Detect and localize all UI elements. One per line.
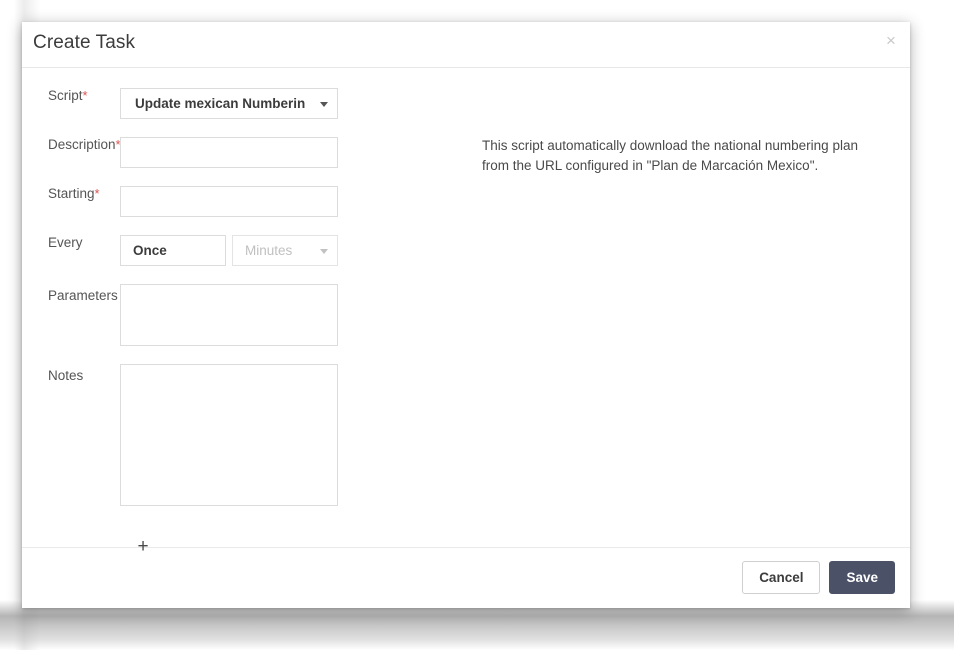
script-label-text: Script (48, 88, 83, 103)
parameters-label: Parameters (48, 288, 118, 303)
script-control: Update mexican Numberin (120, 88, 482, 119)
dialog-header: Create Task × (22, 22, 910, 68)
page-title: Create Task (33, 32, 136, 53)
parameters-textarea[interactable] (120, 284, 338, 346)
every-frequency-value: Once (133, 243, 167, 258)
description-control (120, 137, 482, 168)
notes-label: Notes (48, 368, 84, 383)
script-required-marker: * (82, 88, 88, 103)
chevron-down-icon (320, 101, 328, 107)
notes-control (120, 364, 482, 506)
chevron-down-icon (320, 248, 328, 254)
form-row-script: Script* Update mexican Numberin (22, 88, 482, 119)
plus-icon[interactable]: + (130, 534, 156, 560)
dialog-body: Script* Update mexican Numberin Descript… (22, 68, 910, 557)
form-row-starting: Starting* (22, 186, 482, 217)
close-icon[interactable]: × (880, 30, 902, 52)
script-select-value: Update mexican Numberin (135, 96, 306, 111)
script-label: Script* (22, 88, 120, 103)
parameters-control (120, 284, 482, 346)
every-label: Every (48, 235, 83, 250)
every-unit-select[interactable]: Minutes (232, 235, 338, 266)
starting-control (120, 186, 482, 217)
form-row-notes: Notes (22, 364, 482, 506)
every-group: Once Minutes (120, 235, 482, 266)
cancel-button[interactable]: Cancel (742, 560, 821, 594)
script-select[interactable]: Update mexican Numberin (120, 88, 338, 119)
every-frequency-field[interactable]: Once (120, 235, 226, 266)
every-control: Once Minutes (120, 235, 482, 266)
form-row-description: Description* (22, 137, 482, 168)
every-unit-value: Minutes (245, 243, 293, 258)
starting-input[interactable] (120, 186, 338, 217)
starting-label-text: Starting (48, 186, 95, 201)
save-button[interactable]: Save (829, 560, 895, 594)
form-row-parameters: Parameters (22, 284, 482, 346)
form-row-every: Every Once Minutes (22, 235, 482, 266)
notes-textarea[interactable] (120, 364, 338, 506)
starting-required-marker: * (94, 186, 100, 201)
starting-label: Starting* (22, 186, 120, 201)
script-description-text: This script automatically download the n… (482, 138, 858, 173)
description-input[interactable] (120, 137, 338, 168)
description-label-text: Description (48, 137, 116, 152)
description-label: Description* (22, 137, 121, 152)
create-task-dialog: Create Task × Script* Update mexican Num… (22, 22, 910, 608)
task-form: Script* Update mexican Numberin Descript… (22, 68, 482, 506)
